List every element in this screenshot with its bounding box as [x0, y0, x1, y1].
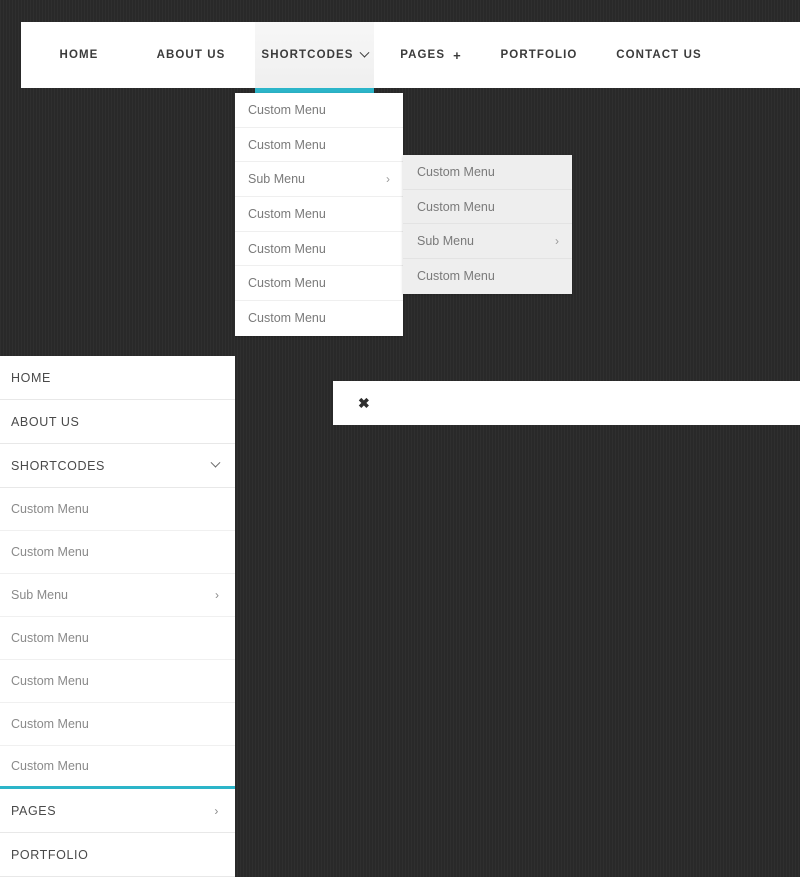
- dropdown-menu-item-label: Custom Menu: [248, 242, 326, 256]
- sidebar-item-shortcodes[interactable]: SHORTCODES: [0, 444, 235, 488]
- nav-item-contact-us[interactable]: CONTACT US: [604, 22, 714, 88]
- sidebar-item-portfolio[interactable]: PORTFOLIO: [0, 833, 235, 877]
- nav-item-shortcodes[interactable]: SHORTCODES: [255, 22, 374, 88]
- sidebar-item-label: Custom Menu: [11, 759, 89, 773]
- submenu-item-label: Custom Menu: [417, 269, 495, 283]
- sidebar-item-custom-menu[interactable]: Custom Menu: [0, 531, 235, 574]
- dropdown-menu-item-label: Custom Menu: [248, 276, 326, 290]
- dropdown-menu-item-label: Sub Menu: [248, 172, 305, 186]
- dropdown-menu-item-label: Custom Menu: [248, 138, 326, 152]
- close-notification-bar: ✖: [333, 381, 800, 425]
- nav-item-label: PAGES: [400, 49, 445, 61]
- nav-item-label: SHORTCODES: [261, 49, 353, 61]
- dropdown-menu-item[interactable]: Custom Menu: [235, 232, 403, 267]
- sidebar-item-label: Custom Menu: [11, 717, 89, 731]
- sidebar-item-label: SHORTCODES: [11, 459, 105, 473]
- chevron-right-icon: ›: [214, 805, 219, 817]
- sidebar-item-about-us[interactable]: ABOUT US: [0, 400, 235, 444]
- submenu-item[interactable]: Custom Menu: [403, 190, 572, 225]
- nav-item-home[interactable]: HOME: [21, 22, 137, 88]
- submenu-item[interactable]: Custom Menu: [403, 155, 572, 190]
- chevron-down-icon: [211, 458, 221, 468]
- chevron-right-icon: ›: [215, 589, 219, 601]
- chevron-right-icon: ›: [386, 173, 390, 185]
- dropdown-menu-item[interactable]: Custom Menu: [235, 266, 403, 301]
- sidebar-item-label: Custom Menu: [11, 502, 89, 516]
- submenu-item-label: Custom Menu: [417, 165, 495, 179]
- nav-item-label: CONTACT US: [616, 49, 702, 61]
- sidebar-item-home[interactable]: HOME: [0, 356, 235, 400]
- submenu-item-label: Custom Menu: [417, 200, 495, 214]
- nav-item-label: ABOUT US: [157, 49, 226, 61]
- dropdown-menu-item[interactable]: Custom Menu: [235, 301, 403, 336]
- sidebar-item-label: PAGES: [11, 804, 56, 818]
- main-navigation-bar: HOME ABOUT US SHORTCODES PAGES + PORTFOLIO CON…: [21, 22, 800, 88]
- close-icon[interactable]: ✖: [358, 396, 370, 410]
- nav-item-label: HOME: [60, 49, 99, 61]
- nav-item-label: PORTFOLIO: [501, 49, 578, 61]
- sidebar-item-sub-menu[interactable]: Sub Menu ›: [0, 574, 235, 617]
- sidebar-item-custom-menu[interactable]: Custom Menu: [0, 746, 235, 789]
- nav-item-portfolio[interactable]: PORTFOLIO: [496, 22, 582, 88]
- sidebar-item-label: ABOUT US: [11, 415, 79, 429]
- shortcodes-submenu-flyout: Custom Menu Custom Menu Sub Menu › Custom Me…: [403, 155, 572, 294]
- sidebar-item-label: Custom Menu: [11, 674, 89, 688]
- dropdown-menu-item-label: Custom Menu: [248, 103, 326, 117]
- sidebar-item-pages[interactable]: PAGES ›: [0, 789, 235, 833]
- dropdown-menu-item[interactable]: Sub Menu ›: [235, 162, 403, 197]
- dropdown-menu-item[interactable]: Custom Menu: [235, 197, 403, 232]
- chevron-right-icon: ›: [555, 235, 559, 247]
- sidebar-item-label: HOME: [11, 371, 51, 385]
- nav-item-about-us[interactable]: ABOUT US: [141, 22, 241, 88]
- sidebar-item-custom-menu[interactable]: Custom Menu: [0, 617, 235, 660]
- submenu-item[interactable]: Sub Menu ›: [403, 224, 572, 259]
- submenu-item-label: Sub Menu: [417, 234, 474, 248]
- nav-item-pages[interactable]: PAGES +: [386, 22, 476, 88]
- dropdown-menu-item-label: Custom Menu: [248, 311, 326, 325]
- sidebar-item-label: Sub Menu: [11, 588, 68, 602]
- dropdown-menu-item[interactable]: Custom Menu: [235, 128, 403, 163]
- dropdown-menu-item-label: Custom Menu: [248, 207, 326, 221]
- shortcodes-dropdown-menu: Custom Menu Custom Menu Sub Menu › Custom Me…: [235, 93, 403, 336]
- chevron-down-icon: [359, 47, 369, 57]
- sidebar-item-custom-menu[interactable]: Custom Menu: [0, 488, 235, 531]
- plus-icon: +: [453, 49, 462, 62]
- submenu-item[interactable]: Custom Menu: [403, 259, 572, 294]
- sidebar-item-custom-menu[interactable]: Custom Menu: [0, 660, 235, 703]
- sidebar-navigation: HOME ABOUT US SHORTCODES Custom Menu Custom …: [0, 356, 235, 877]
- sidebar-item-custom-menu[interactable]: Custom Menu: [0, 703, 235, 746]
- dropdown-menu-item[interactable]: Custom Menu: [235, 93, 403, 128]
- sidebar-item-label: Custom Menu: [11, 545, 89, 559]
- sidebar-item-label: Custom Menu: [11, 631, 89, 645]
- sidebar-item-label: PORTFOLIO: [11, 848, 88, 862]
